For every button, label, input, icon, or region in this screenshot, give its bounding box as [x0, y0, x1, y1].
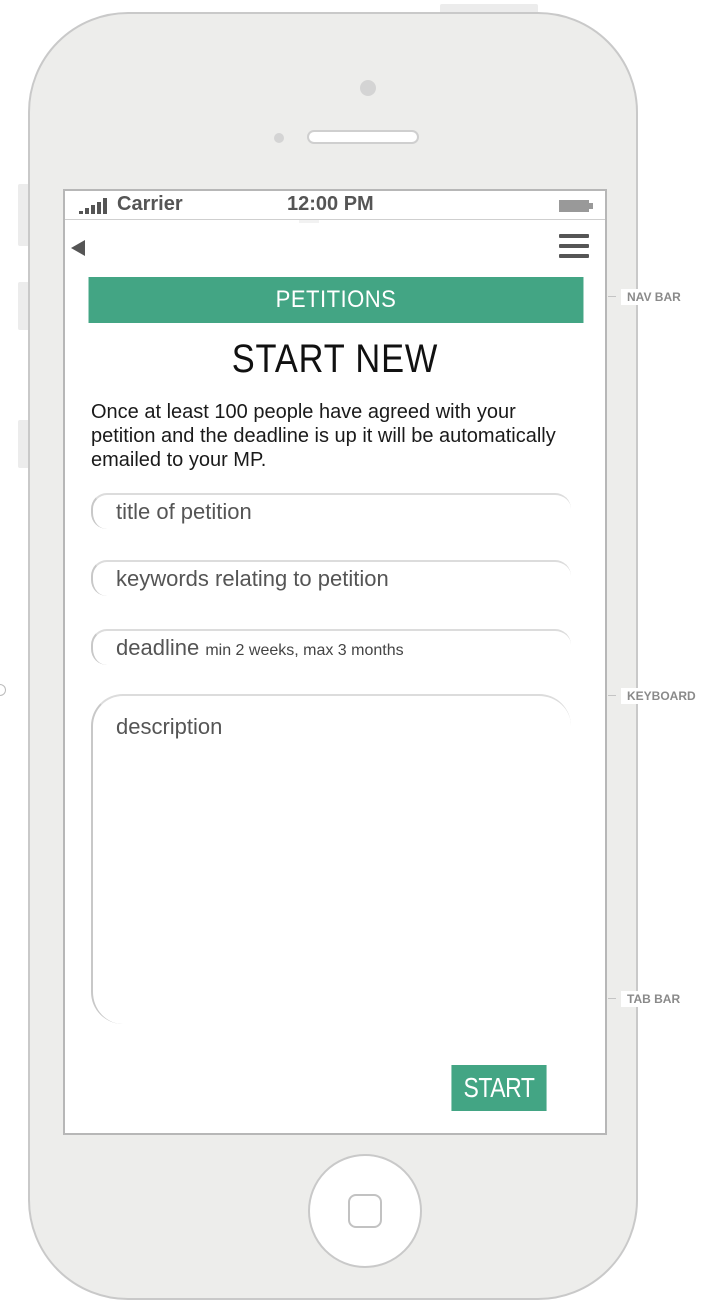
keywords-placeholder: keywords relating to petition — [116, 566, 389, 591]
annotation-label: NAV BAR — [621, 289, 687, 305]
annotation-leader — [608, 695, 616, 696]
home-square-icon — [348, 1194, 382, 1228]
home-button[interactable] — [308, 1154, 422, 1268]
back-arrow-icon[interactable] — [71, 240, 85, 256]
intro-text: Once at least 100 people have agreed wit… — [91, 401, 556, 471]
start-it-button[interactable]: START IT — [451, 1065, 547, 1133]
section-title-bar: PETITIONS — [88, 277, 584, 323]
edge-mark — [0, 684, 6, 696]
wireframe-canvas: Carrier 12:00 PM PETITIONS START NEW Onc… — [0, 0, 724, 1308]
deadline-hint: min 2 weeks, max 3 months — [205, 642, 404, 659]
keywords-input[interactable]: keywords relating to petition — [91, 560, 571, 596]
deadline-input[interactable]: deadline min 2 weeks, max 3 months — [91, 629, 571, 665]
phone-screen: Carrier 12:00 PM PETITIONS START NEW Onc… — [63, 189, 607, 1135]
annotation-label: KEYBOARD — [621, 688, 702, 704]
battery-icon — [559, 200, 593, 212]
sensor-icon — [274, 133, 284, 143]
petition-title-input[interactable]: title of petition — [91, 493, 571, 529]
status-bar: Carrier 12:00 PM — [65, 191, 605, 220]
hamburger-menu-icon[interactable] — [559, 234, 589, 258]
petition-title-placeholder: title of petition — [116, 499, 252, 524]
nav-row — [65, 220, 605, 276]
description-placeholder: description — [116, 714, 223, 739]
carrier-label: Carrier — [117, 193, 183, 215]
status-time: 12:00 PM — [287, 193, 374, 215]
page-title: START NEW — [231, 337, 439, 381]
camera-icon — [360, 80, 376, 96]
deadline-placeholder: deadline — [116, 635, 200, 660]
annotation-label: TAB BAR — [621, 991, 687, 1007]
annotation-leader — [608, 296, 616, 297]
speaker-grille — [307, 130, 419, 144]
annotation-leader — [608, 998, 616, 999]
description-textarea[interactable]: description — [91, 694, 571, 1024]
signal-icon — [79, 198, 111, 214]
